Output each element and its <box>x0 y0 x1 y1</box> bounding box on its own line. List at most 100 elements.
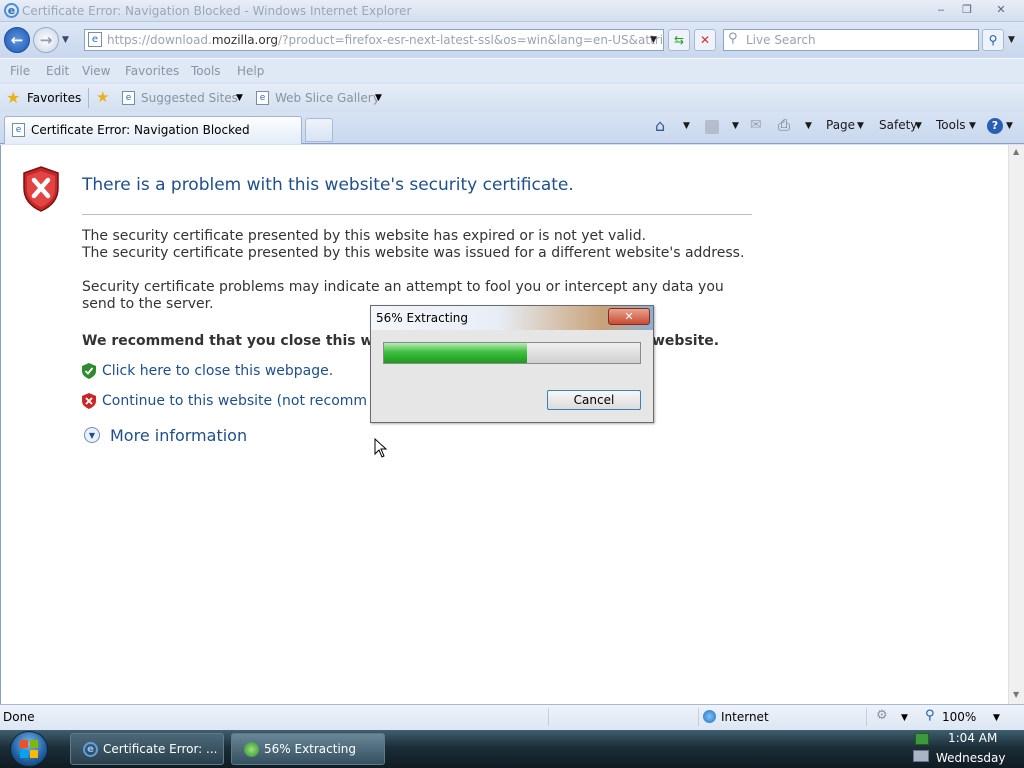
internet-globe-icon <box>703 710 716 723</box>
history-dropdown-icon[interactable]: ▼ <box>62 35 69 45</box>
menu-edit[interactable]: Edit <box>46 64 69 78</box>
security-zone: Internet <box>721 710 769 724</box>
continue-to-website-link[interactable]: Continue to this website (not recomm <box>102 393 367 409</box>
page-dropdown-icon[interactable]: ▼ <box>857 121 864 131</box>
taskbar-ie-button[interactable]: e Certificate Error: ... <box>70 733 224 765</box>
address-dropdown-icon[interactable]: ▼ <box>650 35 657 45</box>
web-slice-gallery-button[interactable]: Web Slice Gallery <box>275 91 380 105</box>
scroll-down-icon[interactable]: ▼ <box>1013 690 1019 699</box>
menu-tools[interactable]: Tools <box>191 64 221 78</box>
help-icon[interactable]: ? <box>987 118 1003 134</box>
taskbar-extract-icon <box>244 742 259 757</box>
url-rest: /?product=firefox-esr-next-latest-ssl&os… <box>278 33 664 47</box>
separator <box>88 88 89 108</box>
compatibility-view-icon[interactable]: ⇆ <box>668 29 690 51</box>
volume-tray-icon[interactable] <box>913 750 929 762</box>
safety-dropdown-icon[interactable]: ▼ <box>915 121 922 131</box>
clock-time[interactable]: 1:04 AM <box>948 731 997 745</box>
search-options-icon[interactable]: ▼ <box>1008 35 1015 45</box>
favorites-button[interactable]: Favorites <box>27 91 81 105</box>
menu-view[interactable]: View <box>82 64 110 78</box>
tab-page-icon: e <box>12 123 25 137</box>
taskbar-extracting-button[interactable]: 56% Extracting <box>231 733 385 765</box>
tab-certificate-error[interactable]: e Certificate Error: Navigation Blocked <box>4 116 302 144</box>
feeds-icon[interactable] <box>705 120 719 134</box>
suggested-sites-icon: e <box>122 91 135 105</box>
dialog-title: 56% Extracting <box>376 311 469 325</box>
live-search-icon: ⚲ <box>728 31 738 46</box>
url-domain: mozilla.org <box>211 33 279 47</box>
minimize-button[interactable]: ‒ <box>929 2 953 18</box>
page-icon: e <box>88 32 102 47</box>
shield-error-icon <box>23 166 59 212</box>
network-tray-icon[interactable] <box>915 733 929 745</box>
search-input[interactable]: Live Search <box>723 29 979 51</box>
favorites-star-icon: ★ <box>6 88 21 107</box>
taskbar-extracting-label: 56% Extracting <box>264 742 357 756</box>
print-icon[interactable]: ⎙ <box>778 116 790 134</box>
add-to-favorites-icon[interactable]: ★ <box>96 88 109 106</box>
web-slice-dropdown-icon[interactable]: ▼ <box>375 93 382 103</box>
menu-favorites[interactable]: Favorites <box>125 64 179 78</box>
print-dropdown-icon[interactable]: ▼ <box>805 121 812 131</box>
warning-line-1: Security certificate problems may indica… <box>82 279 724 295</box>
suggested-sites-button[interactable]: Suggested Sites <box>141 91 238 105</box>
warning-line-2: send to the server. <box>82 296 214 312</box>
protected-mode-icon[interactable]: ⚙ <box>876 708 888 723</box>
status-divider-3 <box>866 708 867 726</box>
home-dropdown-icon[interactable]: ▼ <box>683 121 690 131</box>
back-button[interactable]: ← <box>4 27 30 53</box>
maximize-button[interactable]: ❐ <box>955 2 979 18</box>
favorites-bar: ★ Favorites ★ e Suggested Sites ▼ e Web … <box>0 84 1024 112</box>
close-webpage-link[interactable]: Click here to close this webpage. <box>102 363 333 379</box>
taskbar-ie-icon: e <box>83 742 98 757</box>
read-mail-icon[interactable]: ✉ <box>750 117 762 133</box>
extracting-dialog: 56% Extracting ✕ Cancel <box>370 305 654 423</box>
tools-dropdown-icon[interactable]: ▼ <box>969 121 976 131</box>
status-divider-1 <box>548 708 549 726</box>
scroll-up-icon[interactable]: ▲ <box>1013 147 1019 156</box>
dialog-close-button[interactable]: ✕ <box>608 308 650 325</box>
vertical-scrollbar[interactable]: ▲ ▼ <box>1008 145 1024 704</box>
taskbar-ie-label: Certificate Error: ... <box>103 742 218 756</box>
progress-fill <box>384 343 527 363</box>
zoom-dropdown-icon[interactable]: ▼ <box>993 713 1000 723</box>
expand-circle-icon[interactable]: ▼ <box>84 427 100 443</box>
new-tab-button[interactable] <box>305 118 333 142</box>
green-shield-icon <box>82 363 96 379</box>
cancel-button[interactable]: Cancel <box>547 390 641 410</box>
url-prefix: https://download. <box>107 33 212 47</box>
red-shield-icon <box>82 393 96 409</box>
zoom-level[interactable]: 100% <box>942 710 976 724</box>
forward-button[interactable]: → <box>33 27 59 53</box>
mouse-cursor-icon <box>374 438 388 458</box>
close-window-button[interactable]: ✕ <box>985 2 1017 18</box>
clock-day[interactable]: Wednesday <box>936 751 1005 765</box>
dialog-title-bar: 56% Extracting ✕ <box>371 306 653 330</box>
menu-help[interactable]: Help <box>237 64 264 78</box>
status-divider-2 <box>698 708 699 726</box>
more-information-link[interactable]: More information <box>110 426 247 445</box>
web-slice-icon: e <box>256 91 269 105</box>
tools-menu-button[interactable]: Tools <box>936 118 966 132</box>
stop-button[interactable]: ✕ <box>694 29 716 51</box>
menu-file[interactable]: File <box>10 64 30 78</box>
zoom-icon[interactable]: ⚲ <box>925 708 935 723</box>
tab-title: Certificate Error: Navigation Blocked <box>31 123 250 137</box>
search-button[interactable]: ⚲ <box>982 29 1004 51</box>
home-icon[interactable]: ⌂ <box>655 116 665 135</box>
help-dropdown-icon[interactable]: ▼ <box>1006 121 1013 131</box>
feeds-dropdown-icon[interactable]: ▼ <box>732 121 739 131</box>
menu-bar: File Edit View Favorites Tools Help <box>0 58 1024 82</box>
heading-divider <box>82 214 752 215</box>
protected-mode-dropdown-icon[interactable]: ▼ <box>901 713 908 723</box>
window-title: Certificate Error: Navigation Blocked - … <box>22 4 412 18</box>
suggested-sites-dropdown-icon[interactable]: ▼ <box>236 93 243 103</box>
address-input[interactable]: https://download.mozilla.org/?product=fi… <box>84 29 664 51</box>
safety-menu-button[interactable]: Safety <box>879 118 917 132</box>
page-menu-button[interactable]: Page <box>826 118 855 132</box>
ie-logo-icon: e <box>4 3 19 18</box>
error-line-1: The security certificate presented by th… <box>82 228 647 244</box>
recommendation-end: website. <box>652 333 720 349</box>
recommendation-start: We recommend that you close this w <box>82 333 374 349</box>
